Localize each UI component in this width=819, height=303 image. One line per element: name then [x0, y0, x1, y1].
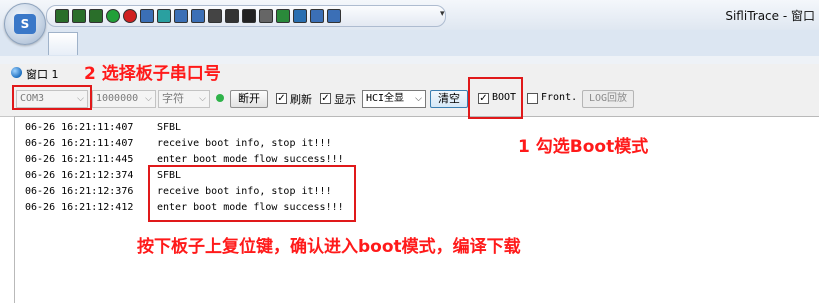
log-highlight-box	[148, 165, 356, 222]
log-timestamp: 06-26 16:21:11:407	[25, 122, 134, 133]
grid-icon[interactable]	[225, 9, 239, 23]
log-timestamp: 06-26 16:21:11:445	[25, 154, 134, 165]
charset-select[interactable]: 字符 ⌵	[158, 90, 210, 108]
display-label: 显示	[334, 93, 356, 106]
navigate-icon[interactable]	[327, 9, 341, 23]
log-message: SFBL	[157, 122, 182, 133]
layout-h-icon[interactable]	[72, 9, 86, 23]
log-timestamp: 06-26 16:21:11:407	[25, 138, 134, 149]
annotation-check-boot: 1 勾选Boot模式	[518, 137, 649, 157]
clock-icon[interactable]	[208, 9, 222, 23]
search-icon[interactable]	[259, 9, 273, 23]
clear-button[interactable]: 清空	[430, 90, 468, 108]
display-checkbox[interactable]: ✓	[320, 93, 331, 104]
screen-icon[interactable]	[310, 9, 324, 23]
plugin-icon[interactable]	[276, 9, 290, 23]
app-logo-icon: S	[14, 14, 36, 34]
log-message: receive boot info, stop it!!!	[157, 138, 332, 149]
front-label: Front.	[541, 92, 578, 103]
refresh-checkbox[interactable]: ✓	[276, 93, 287, 104]
log-timestamp: 06-26 16:21:12:374	[25, 170, 134, 181]
chevron-down-icon: ⌵	[415, 94, 422, 104]
connection-status-icon	[216, 94, 224, 102]
log-line: 06-26 16:21:11:407 receive boot info, sto…	[25, 137, 332, 151]
layout-v-icon[interactable]	[89, 9, 103, 23]
application-menu-button[interactable]: S	[4, 3, 46, 45]
log-line: 06-26 16:21:11:407 SFBL	[25, 121, 181, 135]
log-replay-button[interactable]: LOG回放	[582, 90, 634, 108]
baud-value: 1000000	[96, 93, 139, 104]
charset-value: 字符	[162, 92, 184, 105]
front-checkbox[interactable]	[527, 93, 538, 104]
chevron-down-icon: ⌵	[199, 94, 206, 104]
quick-access-more-icon[interactable]: ▾	[440, 9, 445, 19]
refresh-icon[interactable]	[157, 9, 171, 23]
ribbon-tab[interactable]	[48, 32, 78, 55]
boot-highlight-box	[468, 77, 523, 119]
annotation-reset-board: 按下板子上复位键，确认进入boot模式，编译下载	[137, 237, 521, 257]
u-icon[interactable]	[174, 9, 188, 23]
green-circle-icon[interactable]	[106, 9, 120, 23]
annotation-select-port: 2 选择板子串口号	[84, 64, 221, 84]
u2-icon[interactable]	[191, 9, 205, 23]
terminal-icon[interactable]	[242, 9, 256, 23]
filter-value: HCI全显	[366, 93, 405, 104]
baud-select[interactable]: 1000000 ⌵	[92, 90, 156, 108]
log-message: enter boot mode flow success!!!	[157, 154, 344, 165]
log-output[interactable]: 06-26 16:21:11:407 SFBL 06-26 16:21:11:407…	[14, 116, 819, 303]
edit-icon[interactable]	[140, 9, 154, 23]
image-icon[interactable]	[293, 9, 307, 23]
quick-access-toolbar	[46, 5, 446, 27]
ribbon-tab-strip	[0, 30, 819, 57]
window-title: SifliTrace - 窗口	[725, 9, 815, 23]
title-bar: ▾ SifliTrace - 窗口	[0, 0, 819, 30]
log-timestamp: 06-26 16:21:12:412	[25, 202, 134, 213]
refresh-label: 刷新	[290, 93, 312, 106]
log-timestamp: 06-26 16:21:12:376	[25, 186, 134, 197]
child-window-title: 窗口 1	[26, 68, 59, 81]
filter-select[interactable]: HCI全显 ⌵	[362, 90, 426, 108]
chevron-down-icon: ⌵	[145, 94, 152, 104]
save-icon[interactable]	[55, 9, 69, 23]
red-circle-icon[interactable]	[123, 9, 137, 23]
port-highlight-box	[12, 85, 92, 110]
globe-icon	[11, 67, 22, 78]
disconnect-button[interactable]: 断开	[230, 90, 268, 108]
